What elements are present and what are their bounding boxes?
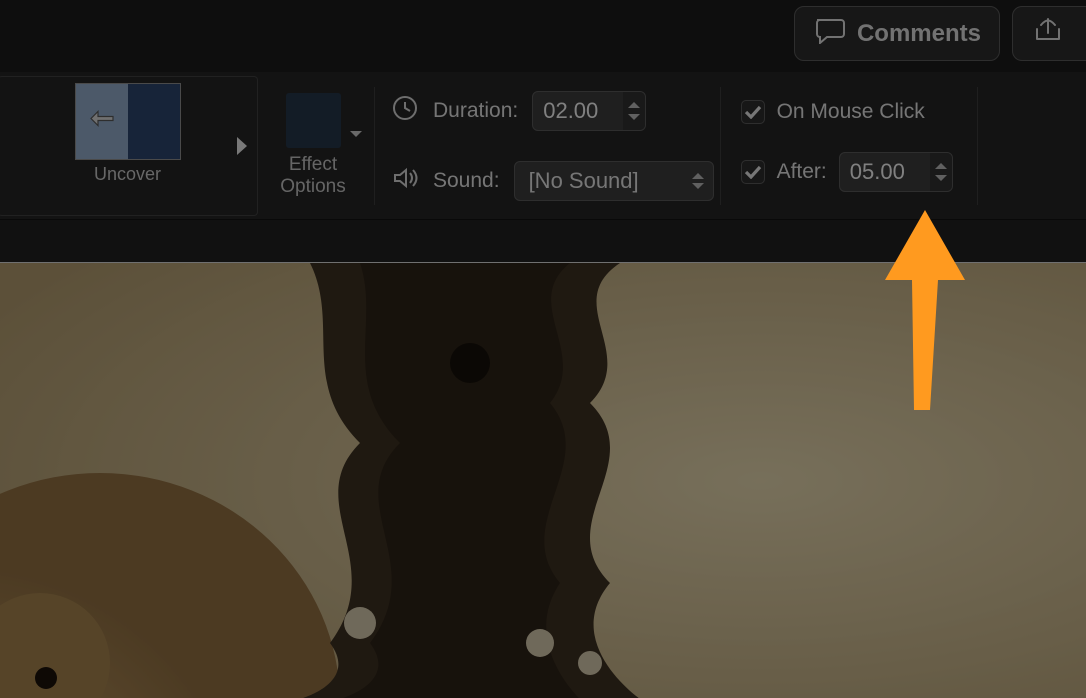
transition-thumb-uncover[interactable]	[75, 83, 181, 160]
ribbon-separator	[374, 87, 375, 205]
chevron-up-icon[interactable]	[691, 171, 705, 181]
transition-thumb-label: Uncover	[94, 164, 161, 185]
slide-image	[0, 263, 1086, 698]
chevron-down-icon[interactable]	[934, 173, 948, 183]
on-mouse-click-checkbox[interactable]	[741, 100, 765, 124]
after-stepper[interactable]	[930, 153, 952, 191]
check-icon	[744, 105, 762, 119]
comments-button[interactable]: Comments	[794, 6, 1000, 61]
transitions-ribbon: Uncover Effect Options Duration:	[0, 72, 1086, 220]
share-button[interactable]	[1012, 6, 1086, 61]
after-checkbox[interactable]	[741, 160, 765, 184]
gallery-next-chevron-icon[interactable]	[235, 135, 249, 157]
sound-value: [No Sound]	[529, 168, 639, 194]
on-mouse-click-label: On Mouse Click	[777, 100, 925, 124]
sound-icon	[391, 164, 419, 197]
duration-spinner[interactable]	[532, 91, 646, 131]
share-icon	[1031, 15, 1065, 52]
chevron-up-icon[interactable]	[934, 161, 948, 171]
duration-label: Duration:	[433, 99, 518, 123]
slide-canvas[interactable]	[0, 262, 1086, 698]
arrow-left-icon	[89, 109, 115, 134]
effect-options-label-2: Options	[280, 176, 345, 198]
sound-label: Sound:	[433, 169, 500, 193]
ribbon-substrip	[0, 220, 1086, 262]
check-icon	[744, 165, 762, 179]
effect-options-swatch-icon	[286, 93, 341, 148]
chevron-down-icon[interactable]	[627, 112, 641, 122]
duration-row: Duration:	[391, 91, 714, 131]
duration-input[interactable]	[533, 92, 623, 130]
effect-options-button[interactable]: Effect Options	[258, 93, 368, 198]
after-label: After:	[777, 160, 827, 184]
sound-row: Sound: [No Sound]	[391, 161, 714, 201]
ribbon-separator	[977, 87, 978, 205]
sound-select[interactable]: [No Sound]	[514, 161, 714, 201]
transition-gallery[interactable]: Uncover	[0, 76, 258, 216]
chevron-up-icon[interactable]	[627, 100, 641, 110]
after-spinner[interactable]	[839, 152, 953, 192]
effect-options-caret-icon	[349, 123, 363, 145]
duration-stepper[interactable]	[623, 92, 645, 130]
speech-bubble-icon	[813, 16, 847, 51]
clock-icon	[391, 94, 419, 127]
after-input[interactable]	[840, 153, 930, 191]
effect-options-label-1: Effect	[289, 154, 337, 176]
ribbon-separator	[720, 87, 721, 205]
chevron-down-icon[interactable]	[691, 181, 705, 191]
comments-label: Comments	[857, 20, 981, 48]
